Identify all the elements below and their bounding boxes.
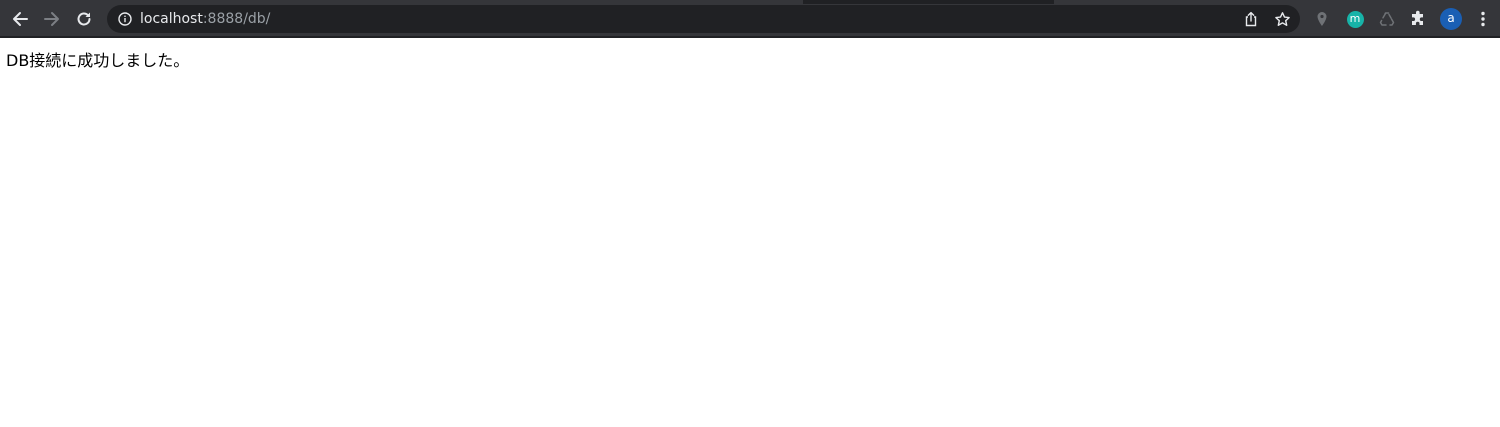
tab-strip (0, 0, 1500, 4)
tab-strip-segment (1054, 0, 1500, 4)
extension-recycle-button[interactable] (1377, 9, 1397, 29)
page-content: DB接続に成功しました。 (0, 38, 1500, 427)
browser-toolbar: localhost:8888/db/ m a (0, 0, 1500, 38)
extension-location-button[interactable] (1312, 9, 1332, 29)
share-icon (1245, 11, 1257, 27)
tab-strip-segment (0, 0, 803, 4)
url-text[interactable]: localhost:8888/db/ (140, 5, 270, 33)
back-button[interactable] (8, 7, 32, 31)
extensions-button[interactable] (1408, 9, 1428, 29)
location-pin-icon (1317, 12, 1327, 26)
extension-m-icon: m (1346, 10, 1364, 28)
kebab-menu-icon (1481, 11, 1485, 27)
url-host: localhost (140, 11, 203, 27)
arrow-right-icon (44, 12, 59, 26)
status-message: DB接続に成功しました。 (6, 51, 190, 70)
info-icon (118, 12, 132, 26)
bookmark-button[interactable] (1273, 10, 1291, 28)
forward-button[interactable] (40, 7, 64, 31)
browser-menu-button[interactable] (1473, 9, 1493, 29)
share-button[interactable] (1242, 10, 1260, 28)
reload-icon (77, 12, 91, 26)
address-bar[interactable]: localhost:8888/db/ (107, 5, 1300, 33)
site-info-button[interactable] (117, 11, 133, 27)
reload-button[interactable] (72, 7, 96, 31)
url-path: :8888/db/ (202, 11, 271, 27)
puzzle-icon (1412, 10, 1423, 25)
arrow-left-icon (13, 12, 28, 26)
extension-m-button[interactable]: m (1345, 9, 1365, 29)
recycle-icon (1379, 12, 1395, 26)
star-icon (1274, 11, 1290, 26)
profile-avatar[interactable]: a (1440, 8, 1462, 30)
